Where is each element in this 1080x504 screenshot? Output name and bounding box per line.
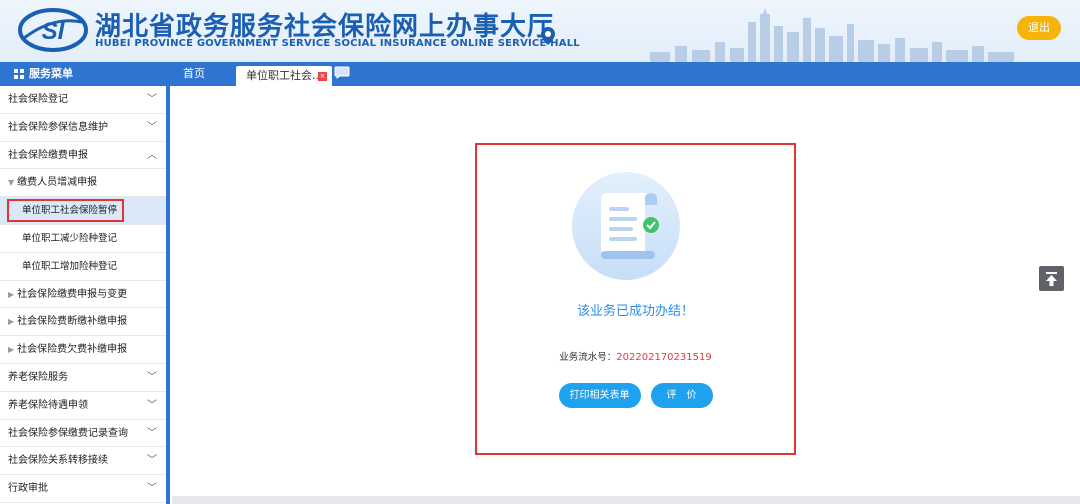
tab-active-employee-suspend[interactable]: 单位职工社会... × — [236, 66, 332, 86]
serial-number-row: 业务流水号：202202170231519 — [477, 349, 794, 363]
sidebar-item-employee-insurance-suspend[interactable]: 单位职工社会保险暂停 — [0, 197, 167, 225]
triangle-right-icon: ▶ — [8, 317, 15, 327]
serial-value: 202202170231519 — [616, 352, 712, 363]
selection-highlight-box — [7, 199, 124, 223]
sidebar-item-interrupted-back-payment[interactable]: ▶ 社会保险费断缴补缴申报 — [0, 308, 167, 337]
sidebar-item-label: 行政审批 — [8, 483, 48, 495]
sidebar-item-label: 社会保险缴费申报与变更 — [17, 288, 128, 300]
sidebar-item-label: 缴费人员增减申报 — [17, 177, 98, 189]
sidebar-item-relationship-transfer[interactable]: 社会保险关系转移接续 ﹀ — [0, 447, 167, 476]
chevron-down-icon: ﹀ — [147, 399, 157, 411]
sidebar-item-contribution-record-query[interactable]: 社会保险参保缴费记录查询 ﹀ — [0, 420, 167, 448]
si-logo-icon: SI — [18, 8, 88, 52]
city-skyline-icon — [650, 8, 1014, 62]
chevron-up-icon: ︿ — [147, 149, 157, 161]
sidebar-item-label: 社会保险参保信息维护 — [8, 121, 108, 133]
page-header: SI 湖北省政务服务社会保险网上办事大厅 HUBEI PROVINCE GOVE… — [0, 0, 1080, 62]
sidebar-item-insurance-info-maintenance[interactable]: 社会保险参保信息维护 ﹀ — [0, 114, 167, 142]
chevron-down-icon: ﹀ — [147, 455, 157, 467]
sidebar-item-pension-service[interactable]: 养老保险服务 ﹀ — [0, 364, 167, 392]
sidebar-item-employee-add-insurance[interactable]: 单位职工增加险种登记 — [0, 253, 167, 281]
location-pin-icon — [541, 27, 555, 45]
service-menu-label: 服务菜单 — [29, 67, 73, 80]
tab-home[interactable]: 首页 — [183, 62, 205, 86]
horizontal-scrollbar[interactable] — [172, 496, 1080, 504]
chevron-down-icon: ﹀ — [147, 94, 157, 105]
tab-active-label: 单位职工社会... — [246, 69, 323, 82]
triangle-right-icon: ▶ — [8, 289, 15, 299]
evaluate-button[interactable]: 评价 — [650, 383, 713, 408]
triangle-down-icon: ▼ — [8, 178, 15, 188]
chevron-down-icon: ﹀ — [147, 483, 157, 495]
triangle-right-icon: ▶ — [8, 345, 15, 355]
sidebar-item-social-insurance-registration[interactable]: 社会保险登记 ﹀ — [0, 86, 167, 114]
action-buttons: 打印相关表单 评价 — [477, 383, 794, 408]
sidebar-item-label: 社会保险费断缴补缴申报 — [17, 316, 128, 328]
sidebar-item-staff-change-declaration[interactable]: ▼ 缴费人员增减申报 — [0, 169, 167, 198]
chevron-down-icon: ﹀ — [147, 121, 157, 133]
back-to-top-icon[interactable] — [1039, 266, 1064, 291]
print-forms-button[interactable]: 打印相关表单 — [558, 383, 641, 408]
sidebar-item-label: 社会保险缴费申报 — [8, 149, 88, 161]
service-menu-title: 服务菜单 — [14, 62, 73, 86]
sidebar-item-label: 社会保险参保缴费记录查询 — [8, 427, 128, 439]
chevron-down-icon: ﹀ — [147, 371, 157, 383]
tab-options-icon[interactable] — [334, 66, 350, 79]
result-panel: 该业务已成功办结！ 业务流水号：202202170231519 打印相关表单 评… — [475, 143, 796, 455]
sidebar-scrollbar[interactable] — [166, 86, 170, 504]
serial-label: 业务流水号： — [559, 352, 617, 363]
sidebar-item-label: 社会保险费欠费补缴申报 — [17, 344, 128, 356]
sidebar-item-label: 养老保险待遇申领 — [8, 399, 88, 411]
sidebar-menu: 社会保险登记 ﹀ 社会保险参保信息维护 ﹀ 社会保险缴费申报 ︿ ▼ 缴费人员增减… — [0, 86, 168, 504]
success-message: 该业务已成功办结！ — [576, 304, 694, 319]
chevron-down-icon: ﹀ — [147, 427, 157, 439]
sidebar-item-label: 社会保险登记 — [8, 94, 68, 105]
sidebar-item-contribution-declaration[interactable]: 社会保险缴费申报 ︿ — [0, 142, 167, 170]
grid-icon — [14, 69, 24, 79]
sidebar-item-arrears-back-payment[interactable]: ▶ 社会保险费欠费补缴申报 — [0, 336, 167, 364]
document-success-icon — [572, 172, 680, 280]
top-nav-bar: 服务菜单 首页 单位职工社会... × — [0, 62, 1080, 86]
logout-button[interactable]: 退出 — [1017, 16, 1061, 40]
sidebar-item-label: 社会保险关系转移接续 — [8, 455, 108, 467]
sidebar-item-label: 单位职工增加险种登记 — [22, 260, 118, 272]
sidebar-item-administrative-approval[interactable]: 行政审批 ﹀ — [0, 475, 167, 503]
sidebar-item-label: 养老保险服务 — [8, 371, 68, 383]
sidebar-item-label: 单位职工减少险种登记 — [22, 232, 118, 244]
site-subtitle: HUBEI PROVINCE GOVERNMENT SERVICE SOCIAL… — [95, 38, 580, 49]
sidebar-item-employee-reduce-insurance[interactable]: 单位职工减少险种登记 — [0, 225, 167, 253]
sidebar-item-declaration-and-change[interactable]: ▶ 社会保险缴费申报与变更 — [0, 281, 167, 309]
sidebar-item-pension-benefit-claim[interactable]: 养老保险待遇申领 ﹀ — [0, 392, 167, 420]
logo-text: SI — [42, 18, 66, 45]
tab-close-icon[interactable]: × — [318, 72, 327, 81]
